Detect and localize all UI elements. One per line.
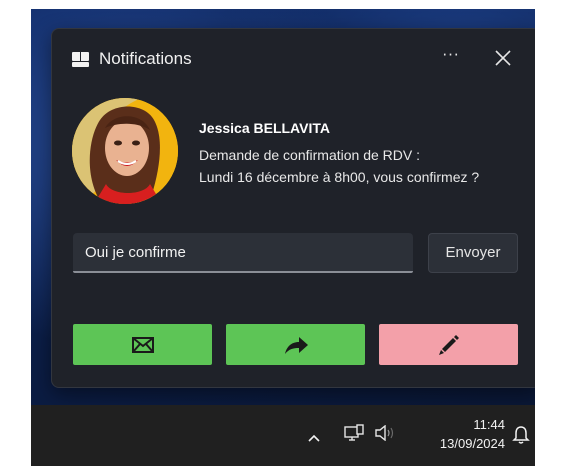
close-icon xyxy=(495,50,511,66)
forward-action-button[interactable] xyxy=(226,324,365,365)
pencil-icon xyxy=(438,334,459,355)
bell-icon xyxy=(512,426,530,444)
avatar xyxy=(72,98,178,204)
notification-header: Notifications xyxy=(72,47,192,71)
speaker-icon xyxy=(375,424,394,442)
network-icon xyxy=(344,424,364,441)
envelope-icon xyxy=(131,336,154,353)
forward-arrow-icon xyxy=(284,336,308,354)
clock-time[interactable]: 11:44 xyxy=(461,417,505,432)
send-button[interactable]: Envoyer xyxy=(428,233,518,273)
volume-button[interactable] xyxy=(374,424,396,445)
notification-card: Notifications ··· Jessica BELLAVITA Dema… xyxy=(51,28,535,388)
notification-title: Notifications xyxy=(99,49,192,68)
sender-name: Jessica BELLAVITA xyxy=(199,120,330,136)
message-line-2: Lundi 16 décembre à 8h00, vous confirmez… xyxy=(199,169,480,185)
chevron-up-icon xyxy=(308,434,320,442)
mail-action-button[interactable] xyxy=(73,324,212,365)
screen: Notifications ··· Jessica BELLAVITA Dema… xyxy=(31,9,535,466)
notification-center-button[interactable] xyxy=(512,425,530,449)
close-button[interactable] xyxy=(490,45,516,71)
app-icon xyxy=(72,51,89,67)
edit-action-button[interactable] xyxy=(379,324,518,365)
clock-date[interactable]: 13/09/2024 xyxy=(421,436,505,451)
reply-input[interactable] xyxy=(73,233,413,273)
network-button[interactable] xyxy=(344,424,364,446)
message-line-1: Demande de confirmation de RDV : xyxy=(199,147,420,163)
more-options-button[interactable]: ··· xyxy=(436,45,466,69)
show-hidden-icons-button[interactable] xyxy=(307,428,321,447)
